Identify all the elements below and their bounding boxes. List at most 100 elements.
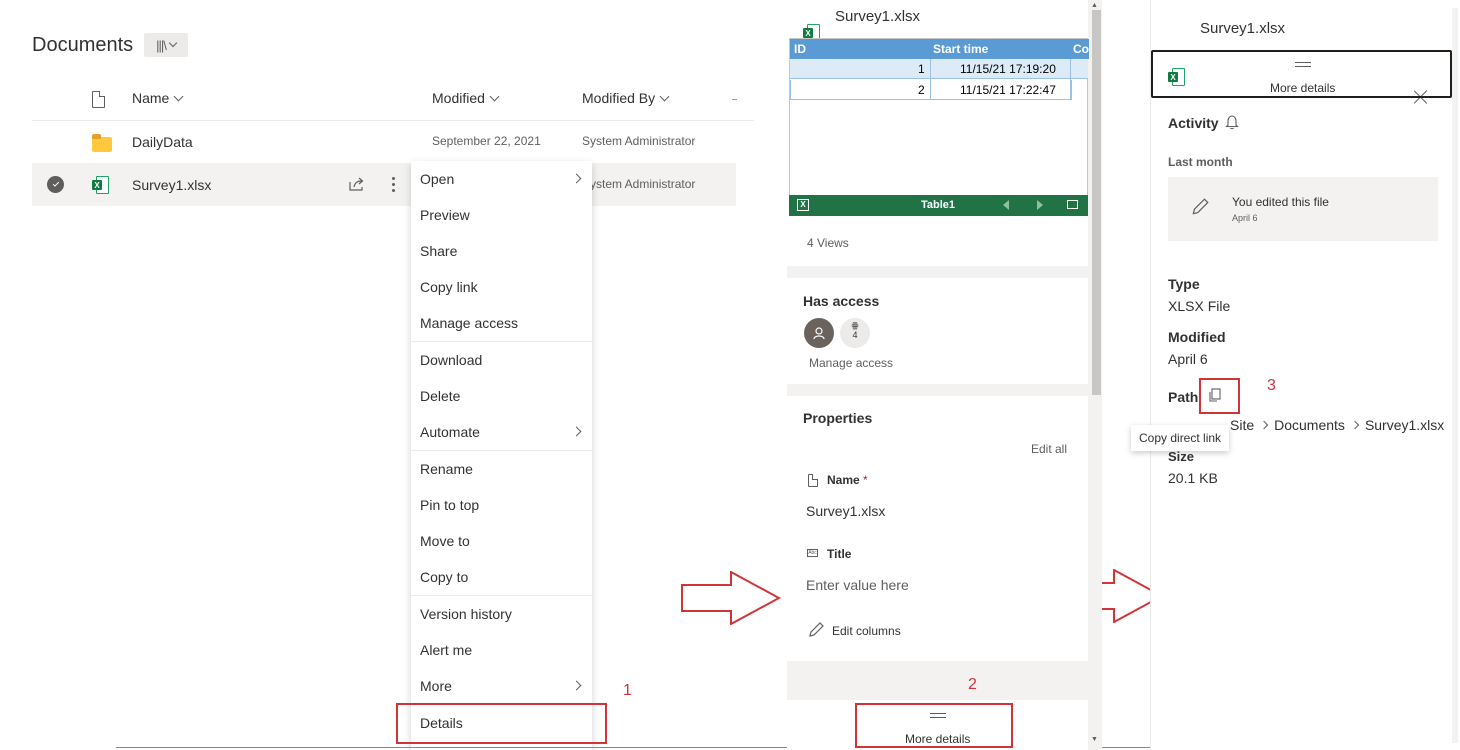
checkmark-icon[interactable] <box>47 176 64 193</box>
column-header-label: Name <box>132 90 170 106</box>
preview-header-cell: Start time <box>933 39 989 59</box>
menu-item-alert-me[interactable]: Alert me <box>411 632 592 668</box>
has-access-title: Has access <box>803 293 880 309</box>
highlight-box-copy <box>1199 378 1240 414</box>
name-field-label: Name * <box>827 473 868 487</box>
sheet-prev-icon[interactable] <box>1003 200 1009 210</box>
header-divider <box>32 120 754 121</box>
preview-cell-divider <box>1070 59 1071 99</box>
menu-item-label: Version history <box>420 606 512 622</box>
preview-cell: 11/15/21 17:22:47 <box>960 83 1056 97</box>
manage-access-link[interactable]: Manage access <box>809 356 893 370</box>
menu-item-open[interactable]: Open <box>411 161 592 197</box>
properties-title: Properties <box>803 410 873 426</box>
add-column-dash[interactable] <box>732 99 737 100</box>
required-mark: * <box>863 473 868 487</box>
sheet-next-icon[interactable] <box>1037 200 1043 210</box>
scroll-down-icon[interactable]: ▼ <box>1091 736 1098 743</box>
menu-item-version-history[interactable]: Version history <box>411 596 592 632</box>
menu-item-move-to[interactable]: Move to <box>411 523 592 559</box>
view-switcher-button[interactable]: |||\ <box>144 33 188 57</box>
menu-item-delete[interactable]: Delete <box>411 378 592 414</box>
row-modified-by: System Administrator <box>582 177 696 191</box>
tooltip: Copy direct link <box>1131 425 1230 451</box>
drag-handle-icon[interactable] <box>1295 62 1311 67</box>
chevron-right-icon <box>1259 420 1269 430</box>
column-header-label: Modified By <box>582 90 656 106</box>
row-name-link[interactable]: Survey1.xlsx <box>132 177 211 193</box>
excel-logo-icon: X <box>797 199 809 211</box>
menu-item-label: More <box>420 678 452 694</box>
edit-columns-link[interactable]: Edit columns <box>832 624 901 638</box>
access-count: 4 <box>852 330 858 340</box>
edit-all-link[interactable]: Edit all <box>1031 442 1067 456</box>
menu-item-copy-link[interactable]: Copy link <box>411 269 592 305</box>
chevron-right-icon <box>571 680 582 691</box>
menu-item-pin-to-top[interactable]: Pin to top <box>411 487 592 523</box>
fullscreen-icon[interactable] <box>1067 200 1078 209</box>
row-name-link[interactable]: DailyData <box>132 134 193 150</box>
step-number-2: 2 <box>968 676 977 693</box>
breadcrumb-item[interactable]: Site <box>1230 417 1254 433</box>
row-modified: September 22, 2021 <box>432 134 541 148</box>
name-field-value[interactable]: Survey1.xlsx <box>806 503 885 519</box>
chevron-right-icon <box>571 426 582 437</box>
scrollbar-thumb[interactable] <box>1092 10 1101 395</box>
breadcrumb-item[interactable]: Documents <box>1274 417 1345 433</box>
more-details-panel <box>1150 0 1460 750</box>
name-label-text: Name <box>827 473 860 487</box>
activity-date: April 6 <box>1232 213 1258 223</box>
menu-item-rename[interactable]: Rename <box>411 451 592 487</box>
more-details-label: More details <box>1270 81 1336 95</box>
menu-item-copy-to[interactable]: Copy to <box>411 559 592 595</box>
group-avatar-icon[interactable]: ꙮ 4 <box>840 318 870 348</box>
preview-cell: 1 <box>918 62 925 76</box>
menu-item-automate[interactable]: Automate <box>411 414 592 450</box>
context-menu: Open Preview Share Copy link Manage acce… <box>411 161 592 750</box>
column-header-modified[interactable]: Modified <box>432 90 500 106</box>
text-field-icon: Abc <box>807 549 818 557</box>
library-icon: |||\ <box>156 37 167 53</box>
chevron-down-icon <box>173 91 184 101</box>
views-count: 4 Views <box>807 236 849 250</box>
bottom-divider <box>116 747 1276 748</box>
chevron-right-icon <box>571 173 582 184</box>
preview-cell: 11/15/21 17:19:20 <box>960 62 1056 76</box>
page-title: Documents <box>32 34 134 56</box>
chevron-down-icon <box>168 38 178 48</box>
share-icon[interactable] <box>348 176 366 195</box>
menu-item-label: Copy to <box>420 569 469 585</box>
breadcrumb-item[interactable]: Survey1.xlsx <box>1365 417 1444 433</box>
scroll-up-icon[interactable]: ▲ <box>1091 2 1098 9</box>
menu-item-label: Manage access <box>420 315 519 331</box>
size-value: 20.1 KB <box>1168 470 1218 486</box>
sheet-tab-bar: X Table1 <box>789 195 1088 216</box>
menu-item-label: Preview <box>420 207 470 223</box>
menu-item-preview[interactable]: Preview <box>411 197 592 233</box>
column-header-label: Modified <box>432 90 485 106</box>
column-header-name[interactable]: Name <box>132 90 184 106</box>
column-header-modified-by[interactable]: Modified By <box>582 90 670 106</box>
title-field-input[interactable]: Enter value here <box>806 577 909 593</box>
menu-item-label: Delete <box>420 388 461 404</box>
more-actions-icon[interactable] <box>392 177 395 192</box>
modified-label: Modified <box>1168 329 1226 345</box>
bell-icon[interactable] <box>1225 114 1239 133</box>
menu-item-more[interactable]: More <box>411 668 592 704</box>
user-avatar-icon[interactable] <box>804 318 834 348</box>
excel-preview[interactable]: ID Start time Co 1 11/15/21 17:19:20 2 1… <box>789 38 1089 216</box>
people-icon: ꙮ <box>851 321 859 330</box>
menu-item-label: Share <box>420 243 458 259</box>
doc-icon <box>808 474 818 487</box>
menu-item-label: Move to <box>420 533 470 549</box>
panel3-scrollbar[interactable] <box>1452 8 1458 743</box>
file-type-icon <box>92 91 105 108</box>
chevron-down-icon <box>489 91 500 101</box>
panel-file-name: Survey1.xlsx <box>1200 20 1286 37</box>
menu-item-manage-access[interactable]: Manage access <box>411 305 592 341</box>
sheet-tab[interactable]: Table1 <box>921 199 955 211</box>
menu-item-share[interactable]: Share <box>411 233 592 269</box>
preview-cell-divider <box>930 59 931 99</box>
pencil-icon <box>807 621 825 642</box>
menu-item-download[interactable]: Download <box>411 342 592 378</box>
